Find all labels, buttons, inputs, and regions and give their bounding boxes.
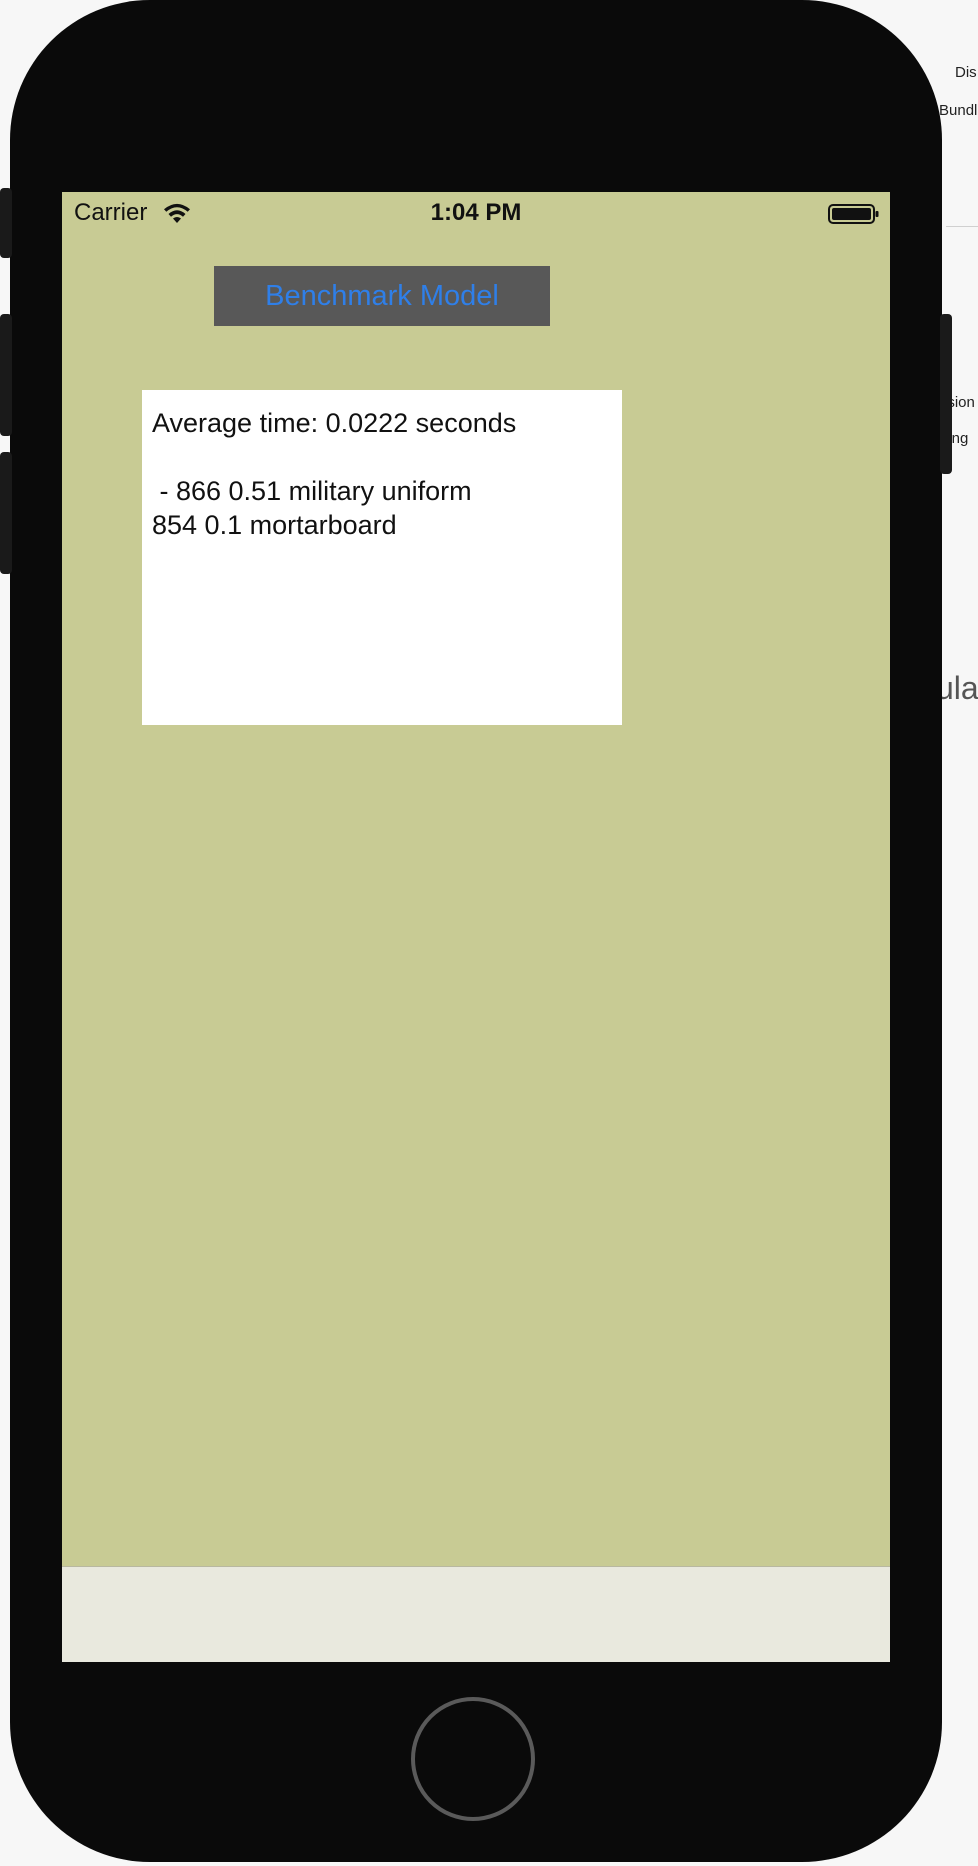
benchmark-model-button[interactable]: Benchmark Model	[214, 266, 550, 326]
background-fragment-ula: ula	[936, 670, 978, 706]
result-line-average-time: Average time: 0.0222 seconds	[152, 408, 517, 438]
background-divider	[946, 226, 978, 227]
status-time: 1:04 PM	[430, 199, 522, 226]
background-fragment-dis: Dis	[955, 64, 977, 81]
side-button-power	[940, 314, 952, 474]
side-button-volume-down	[0, 452, 12, 574]
side-button-volume-up	[0, 314, 12, 436]
result-line-top-1: - 866 0.51 military uniform	[152, 476, 472, 506]
home-button[interactable]	[411, 1697, 535, 1821]
result-line-top-2: 854 0.1 mortarboard	[152, 510, 397, 540]
side-button-silent	[0, 188, 12, 258]
status-bar: Carrier 1:04 PM	[62, 192, 890, 234]
bottom-toolbar	[62, 1566, 890, 1662]
result-text-view[interactable]: Average time: 0.0222 seconds - 866 0.51 …	[142, 390, 622, 725]
battery-icon	[828, 204, 879, 224]
result-line-blank	[152, 440, 612, 474]
simulator-screen: Carrier 1:04 PM Benchmark Model Average …	[62, 192, 890, 1662]
background-fragment-bundl: Bundl	[939, 102, 978, 119]
